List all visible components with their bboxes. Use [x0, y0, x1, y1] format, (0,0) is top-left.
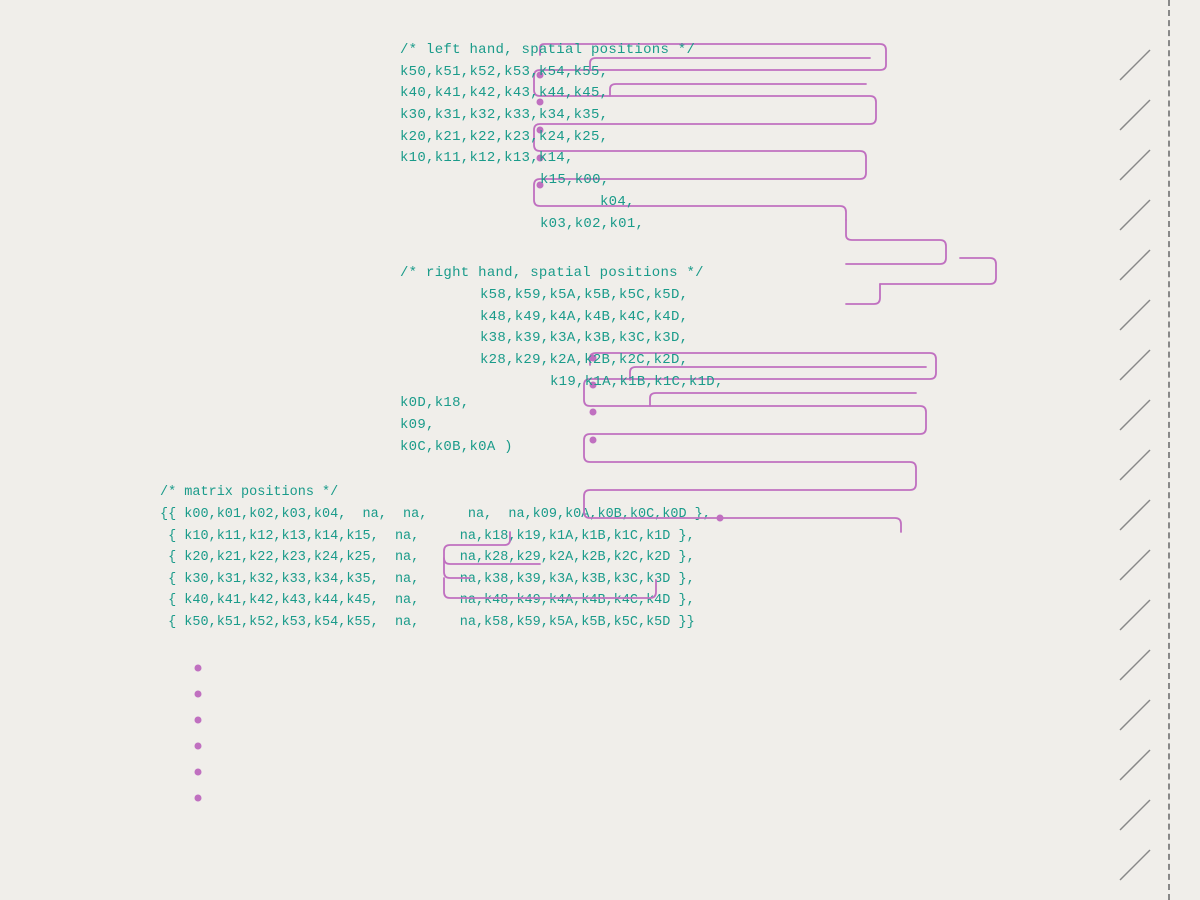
matrix-line-1: {{ k00,k01,k02,k03,k04, na, na, na, na,k…: [160, 504, 1140, 526]
matrix-line-5: { k40,k41,k42,k43,k44,k45, na, na,k48,k4…: [160, 590, 1140, 612]
right-hand-line-4: k28,k29,k2A,k2B,k2C,k2D,: [400, 350, 1140, 372]
left-hand-line-5: k10,k11,k12,k13,k14,: [400, 148, 1140, 170]
left-hand-line-1: k50,k51,k52,k53,k54,k55,: [400, 62, 1140, 84]
right-hand-line-3: k38,k39,k3A,k3B,k3C,k3D,: [400, 328, 1140, 350]
page: /* left hand, spatial positions */ k50,k…: [0, 0, 1200, 900]
right-hand-line-5: k19,k1A,k1B,k1C,k1D,: [400, 372, 1140, 394]
left-hand-line-2: k40,k41,k42,k43,k44,k45,: [400, 83, 1140, 105]
left-hand-comment: /* left hand, spatial positions */: [400, 40, 1140, 62]
matrix-line-3: { k20,k21,k22,k23,k24,k25, na, na,k28,k2…: [160, 547, 1140, 569]
matrix-line-4: { k30,k31,k32,k33,k34,k35, na, na,k38,k3…: [160, 569, 1140, 591]
matrix-line-6: { k50,k51,k52,k53,k54,k55, na, na,k58,k5…: [160, 612, 1140, 634]
right-hand-line-1: k58,k59,k5A,k5B,k5C,k5D,: [400, 285, 1140, 307]
right-hand-section: /* right hand, spatial positions */ k58,…: [120, 263, 1140, 458]
matrix-comment: /* matrix positions */: [160, 482, 1140, 504]
left-hand-line-7: k04,: [400, 192, 1140, 214]
left-hand-line-3: k30,k31,k32,k33,k34,k35,: [400, 105, 1140, 127]
right-hand-line-2: k48,k49,k4A,k4B,k4C,k4D,: [400, 307, 1140, 329]
left-hand-line-6: k15,k00,: [400, 170, 1140, 192]
right-hand-line-6: k0D,k18,: [400, 393, 1140, 415]
left-hand-line-8: k03,k02,k01,: [400, 214, 1140, 236]
margin-line: [1168, 0, 1170, 900]
matrix-section: /* matrix positions */ {{ k00,k01,k02,k0…: [120, 482, 1140, 633]
left-hand-section: /* left hand, spatial positions */ k50,k…: [120, 40, 1140, 235]
right-hand-line-8: k0C,k0B,k0A ): [400, 437, 1140, 459]
right-hand-comment: /* right hand, spatial positions */: [400, 263, 1140, 285]
right-margin: [1140, 0, 1200, 900]
left-hand-line-4: k20,k21,k22,k23,k24,k25,: [400, 127, 1140, 149]
right-hand-line-7: k09,: [400, 415, 1140, 437]
matrix-line-2: { k10,k11,k12,k13,k14,k15, na, na,k18,k1…: [160, 526, 1140, 548]
